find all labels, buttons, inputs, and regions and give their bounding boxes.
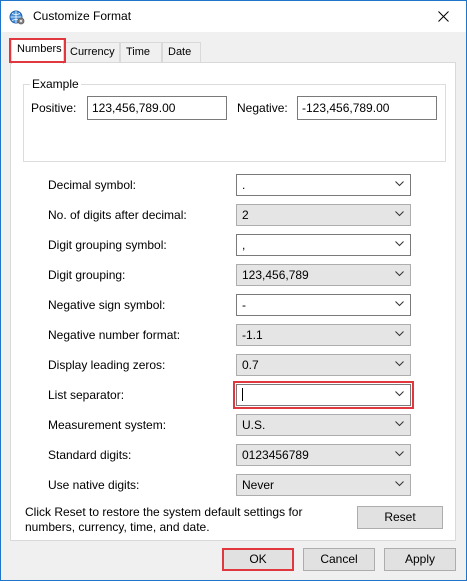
- close-button[interactable]: [420, 1, 466, 32]
- measurement-system-select[interactable]: U.S.: [236, 414, 411, 436]
- reset-help-text: Click Reset to restore the system defaul…: [25, 505, 303, 534]
- digit-grouping-value: 123,456,789: [242, 268, 309, 282]
- negative-number-format-label: Negative number format:: [48, 328, 181, 342]
- reset-button[interactable]: Reset: [357, 506, 443, 529]
- use-native-digits-select[interactable]: Never: [236, 474, 411, 496]
- digit-grouping-select[interactable]: 123,456,789: [236, 264, 411, 286]
- positive-example-field: 123,456,789.00: [87, 96, 227, 120]
- display-leading-zeros-label: Display leading zeros:: [48, 358, 166, 372]
- standard-digits-select[interactable]: 0123456789: [236, 444, 411, 466]
- negative-sign-symbol-combo[interactable]: -: [236, 294, 411, 316]
- digit-grouping-symbol-value: ,: [242, 238, 246, 252]
- positive-example-value: 123,456,789.00: [92, 101, 176, 115]
- digits-after-decimal-select[interactable]: 2: [236, 204, 411, 226]
- negative-sign-symbol-label: Negative sign symbol:: [48, 298, 166, 312]
- decimal-symbol-label: Decimal symbol:: [48, 178, 137, 192]
- negative-label: Negative:: [237, 101, 288, 115]
- tab-numbers-highlight: [9, 38, 66, 63]
- cancel-button[interactable]: Cancel: [303, 548, 375, 571]
- chevron-down-icon: [395, 271, 404, 277]
- customize-format-dialog: Customize Format Numbers Currency Time D…: [0, 0, 467, 581]
- chevron-down-icon: [395, 421, 404, 427]
- use-native-digits-value: Never: [242, 478, 275, 492]
- chevron-down-icon: [395, 181, 404, 187]
- negative-example-value: -123,456,789.00: [302, 101, 390, 115]
- digits-after-decimal-value: 2: [242, 208, 249, 222]
- digit-grouping-symbol-label: Digit grouping symbol:: [48, 238, 167, 252]
- decimal-symbol-value: .: [242, 178, 246, 192]
- chevron-down-icon: [395, 241, 404, 247]
- negative-number-format-value: -1.1: [242, 328, 263, 342]
- digit-grouping-symbol-combo[interactable]: ,: [236, 234, 411, 256]
- chevron-down-icon: [395, 481, 404, 487]
- use-native-digits-label: Use native digits:: [48, 478, 140, 492]
- digits-after-decimal-label: No. of digits after decimal:: [48, 208, 187, 222]
- tab-time[interactable]: Time: [120, 42, 162, 63]
- tab-date-label: Date: [168, 46, 192, 58]
- apply-button[interactable]: Apply: [384, 548, 456, 571]
- tab-currency[interactable]: Currency: [64, 42, 120, 63]
- display-leading-zeros-value: 0.7: [242, 358, 259, 372]
- standard-digits-label: Standard digits:: [48, 448, 132, 462]
- chevron-down-icon: [395, 451, 404, 457]
- window-title: Customize Format: [33, 9, 132, 23]
- chevron-down-icon: [395, 211, 404, 217]
- list-separator-highlight: [233, 381, 414, 409]
- tab-date[interactable]: Date: [162, 42, 201, 63]
- negative-example-field: -123,456,789.00: [297, 96, 437, 120]
- decimal-symbol-combo[interactable]: .: [236, 174, 411, 196]
- tab-time-label: Time: [126, 46, 151, 58]
- measurement-system-value: U.S.: [242, 418, 266, 432]
- close-icon: [437, 11, 449, 22]
- negative-sign-symbol-value: -: [242, 298, 246, 312]
- chevron-down-icon: [395, 301, 404, 307]
- measurement-system-label: Measurement system:: [48, 418, 167, 432]
- chevron-down-icon: [395, 361, 404, 367]
- display-leading-zeros-select[interactable]: 0.7: [236, 354, 411, 376]
- chevron-down-icon: [395, 331, 404, 337]
- globe-settings-icon: [9, 9, 25, 25]
- positive-label: Positive:: [31, 101, 77, 115]
- list-separator-label: List separator:: [48, 388, 125, 402]
- title-bar: Customize Format: [1, 1, 466, 32]
- negative-number-format-select[interactable]: -1.1: [236, 324, 411, 346]
- ok-button-highlight: [222, 548, 294, 571]
- standard-digits-value: 0123456789: [242, 448, 309, 462]
- example-title: Example: [30, 77, 81, 91]
- tab-currency-label: Currency: [70, 46, 115, 58]
- digit-grouping-label: Digit grouping:: [48, 268, 126, 282]
